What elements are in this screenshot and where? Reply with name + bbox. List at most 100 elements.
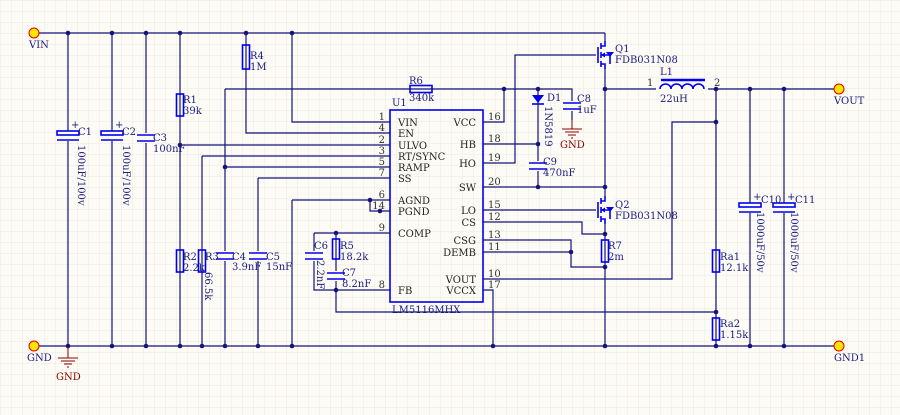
ic-pin-name: RAMP	[398, 163, 430, 174]
ic-pin-number: 5	[379, 157, 385, 168]
r1-value: 39k	[183, 106, 203, 117]
ic-pin-number: 19	[488, 153, 501, 164]
ic-pin-number: 12	[488, 212, 501, 223]
ra2-ref: Ra2	[720, 319, 740, 330]
c1-ref: C1	[78, 127, 92, 138]
junction-dot	[243, 30, 249, 36]
ic-ref: U1	[392, 98, 407, 109]
ic-pin-name: SW	[459, 183, 477, 194]
l1-pin2: 2	[714, 78, 720, 89]
junction-dot	[109, 343, 115, 349]
r3-ref: R3	[205, 252, 219, 263]
c11-ref: C11	[795, 195, 815, 206]
ic-pin-number: 3	[379, 146, 385, 157]
r6-ref: R6	[409, 76, 423, 87]
port-gnd1-label: GND1	[834, 353, 865, 364]
l1-value: 22uH	[660, 94, 688, 105]
ic-pin-number: 2	[379, 135, 385, 146]
d1-value: 1N5819	[542, 106, 553, 147]
ic-pin-number: 10	[488, 269, 501, 280]
ra2-value: 1.15k	[720, 330, 749, 341]
junction-dot	[289, 30, 295, 36]
c6-value: 2.2nF	[314, 260, 325, 289]
junction-dot	[535, 141, 541, 147]
ic-pin-name: VOUT	[445, 275, 477, 286]
junction-dot	[501, 86, 507, 92]
junction-dot	[177, 343, 183, 349]
ic-pin-name: HO	[459, 159, 476, 170]
ic-pin-number: 13	[488, 230, 501, 241]
junction-dot	[333, 230, 339, 236]
junction-dot	[535, 184, 541, 190]
r4-value: 1M	[250, 62, 267, 73]
c5-value: 15nF	[266, 262, 292, 273]
junction-dot	[713, 309, 719, 315]
junction-dot	[255, 343, 261, 349]
c1-value: 100uF/100v	[75, 145, 86, 206]
ic-pin-name: PGND	[398, 207, 429, 218]
ic-pin-number: 4	[379, 123, 385, 134]
junction-dot	[143, 30, 149, 36]
ic-pin-name: VCCX	[445, 286, 477, 297]
c7-value: 8.2nF	[342, 279, 371, 290]
r5-ref: R5	[340, 241, 354, 252]
ic-pin-name: COMP	[398, 229, 431, 240]
r3-value: 66.5k	[202, 272, 213, 301]
junction-dot	[490, 343, 496, 349]
ra1-value: 12.1k	[720, 263, 749, 274]
l1-pin1: 1	[647, 78, 653, 89]
junction-dot	[602, 86, 608, 92]
r5-value: 18.2k	[340, 252, 369, 263]
r6-value: 340k	[409, 93, 435, 104]
c7-ref: C7	[342, 268, 356, 279]
ic-pin-name: LO	[461, 206, 476, 217]
c4-value: 3.9nF	[232, 262, 261, 273]
ic-pin-name: EN	[398, 129, 414, 140]
ic-pin-number: 7	[379, 168, 385, 179]
c8-ref: C8	[577, 94, 591, 105]
port-gnd-label: GND	[27, 353, 52, 364]
ic-pin-name: VIN	[397, 118, 418, 129]
c11-value: 1000uF/50v	[788, 212, 799, 273]
ic-pin-number: 8	[379, 280, 385, 291]
ic-pin-number: 1	[379, 112, 385, 123]
ic-pin-number: 14	[372, 201, 385, 212]
c2-ref: C2	[122, 127, 136, 138]
junction-dot	[222, 164, 228, 170]
r4-ref: R4	[250, 51, 264, 62]
ic-pin-name: AGND	[397, 196, 430, 207]
ic-pin-name: SS	[398, 174, 412, 185]
junction-dot	[602, 231, 608, 237]
junction-dot	[289, 343, 295, 349]
r2-ref: R2	[183, 252, 197, 263]
junction-dot	[143, 343, 149, 349]
ic-pin-number: 20	[488, 177, 501, 188]
q2-value: FDB031N08	[615, 211, 678, 222]
junction-dot	[602, 343, 608, 349]
ic-pin-name: DEMB	[443, 248, 476, 259]
ic-pin-name: FB	[398, 286, 412, 297]
ic-pin-name: CSG	[454, 236, 477, 247]
ic-pin-number: 17	[488, 280, 501, 291]
r1-ref: R1	[183, 95, 197, 106]
junction-dot	[568, 249, 574, 255]
junction-dot	[333, 287, 339, 293]
ic-pin-number: 18	[488, 134, 501, 145]
junction-dot	[177, 30, 183, 36]
ic-pin-name: RT/SYNC	[398, 152, 446, 163]
ic-pin-name: HB	[460, 140, 476, 151]
ic-pin-number: 16	[488, 112, 501, 123]
ic-pin-name: CS	[461, 218, 476, 229]
junction-dot	[535, 86, 541, 92]
c3-value: 100nF	[153, 144, 186, 155]
c9-value: 470nF	[543, 168, 576, 179]
ra1-ref: Ra1	[720, 252, 740, 263]
junction-dot	[747, 343, 753, 349]
junction-dot	[65, 30, 71, 36]
ic-pin-name: ULVO	[398, 141, 427, 152]
c3-ref: C3	[153, 133, 167, 144]
c8-value: 1uF	[577, 105, 597, 116]
gnd-symbol-label: GND	[560, 140, 585, 151]
junction-dot	[781, 86, 787, 92]
schematic-canvas: + ++ + U1 LM5116MHX 1VIN4EN2ULVO3RT/SYNC5R…	[0, 0, 900, 415]
